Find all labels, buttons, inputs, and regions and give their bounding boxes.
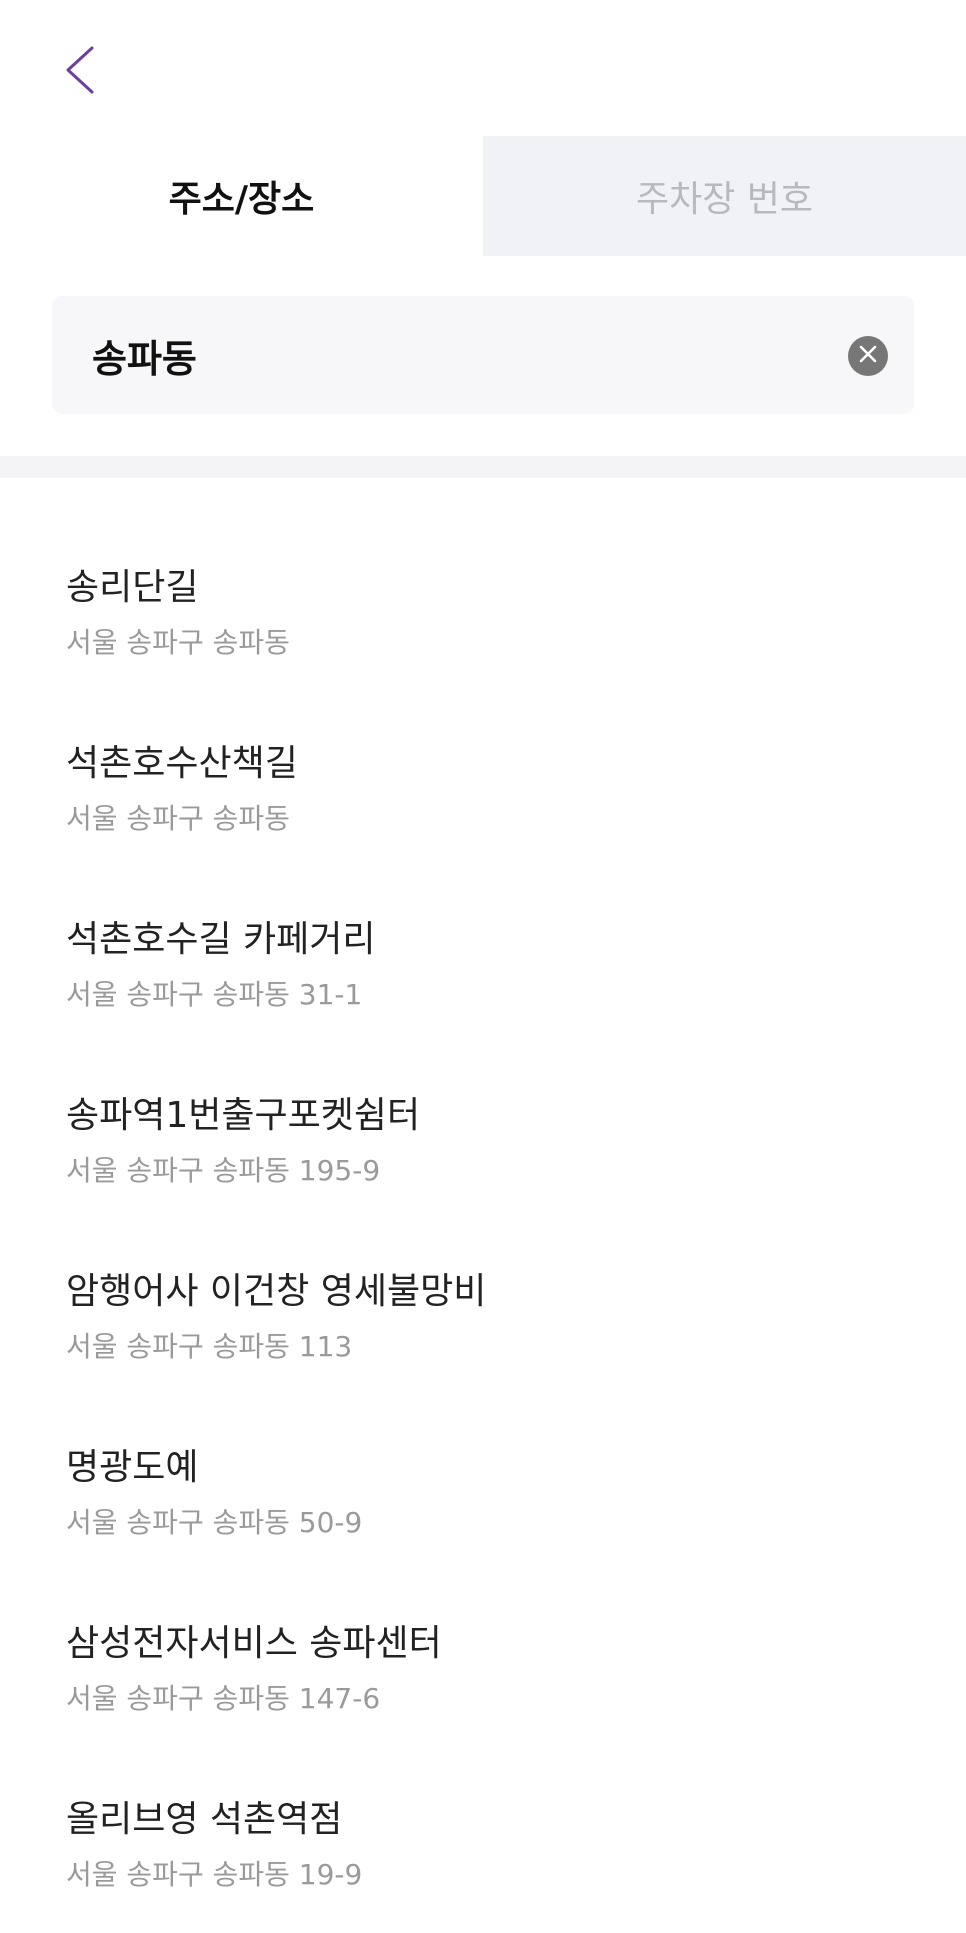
list-item[interactable]: 석촌호수길 카페거리 서울 송파구 송파동 31-1 <box>0 894 966 1070</box>
list-item[interactable]: 송파역1번출구포켓쉼터 서울 송파구 송파동 195-9 <box>0 1070 966 1246</box>
list-item[interactable]: 송리단길 서울 송파구 송파동 <box>0 542 966 718</box>
result-name: 암행어사 이건창 영세불망비 <box>66 1271 487 1312</box>
tab-parking-number[interactable]: 주차장 번호 <box>483 136 966 256</box>
tab-bar: 주소/장소 주차장 번호 <box>0 136 966 256</box>
tab-address-place-label: 주소/장소 <box>168 179 315 220</box>
result-address: 서울 송파구 송파동 <box>66 802 290 835</box>
list-item[interactable]: 올리브영 석촌역점 서울 송파구 송파동 19-9 <box>0 1774 966 1933</box>
result-address: 서울 송파구 송파동 113 <box>66 1330 353 1363</box>
result-list: 송리단길 서울 송파구 송파동 석촌호수산책길 서울 송파구 송파동 석촌호수길… <box>0 478 966 1933</box>
list-item[interactable]: 석촌호수산책길 서울 송파구 송파동 <box>0 718 966 894</box>
result-address: 서울 송파구 송파동 147-6 <box>66 1682 381 1715</box>
search-area <box>0 256 966 456</box>
result-name: 석촌호수산책길 <box>66 743 298 784</box>
result-address: 서울 송파구 송파동 50-9 <box>66 1506 363 1539</box>
result-name: 석촌호수길 카페거리 <box>66 919 376 960</box>
result-name: 송리단길 <box>66 567 199 608</box>
result-address: 서울 송파구 송파동 195-9 <box>66 1154 381 1187</box>
result-name: 명광도예 <box>66 1447 199 1488</box>
result-name: 삼성전자서비스 송파센터 <box>66 1623 442 1664</box>
tab-parking-number-label: 주차장 번호 <box>635 179 814 220</box>
list-item[interactable]: 명광도예 서울 송파구 송파동 50-9 <box>0 1422 966 1598</box>
search-input[interactable] <box>92 333 852 377</box>
clear-button[interactable] <box>848 336 888 376</box>
header <box>0 0 966 136</box>
search-box <box>52 296 914 414</box>
result-name: 올리브영 석촌역점 <box>66 1799 343 1840</box>
result-address: 서울 송파구 송파동 19-9 <box>66 1858 363 1891</box>
result-address: 서울 송파구 송파동 <box>66 626 290 659</box>
result-name: 송파역1번출구포켓쉼터 <box>66 1095 421 1136</box>
back-button[interactable] <box>56 44 104 100</box>
tab-address-place[interactable]: 주소/장소 <box>0 136 483 256</box>
result-address: 서울 송파구 송파동 31-1 <box>66 978 363 1011</box>
clear-icon <box>858 344 878 368</box>
list-item[interactable]: 삼성전자서비스 송파센터 서울 송파구 송파동 147-6 <box>0 1598 966 1774</box>
section-divider <box>0 456 966 478</box>
search-screen: 주소/장소 주차장 번호 송리단길 서울 송파구 송파동 석촌 <box>0 0 966 1933</box>
chevron-left-icon <box>64 45 96 99</box>
list-item[interactable]: 암행어사 이건창 영세불망비 서울 송파구 송파동 113 <box>0 1246 966 1422</box>
